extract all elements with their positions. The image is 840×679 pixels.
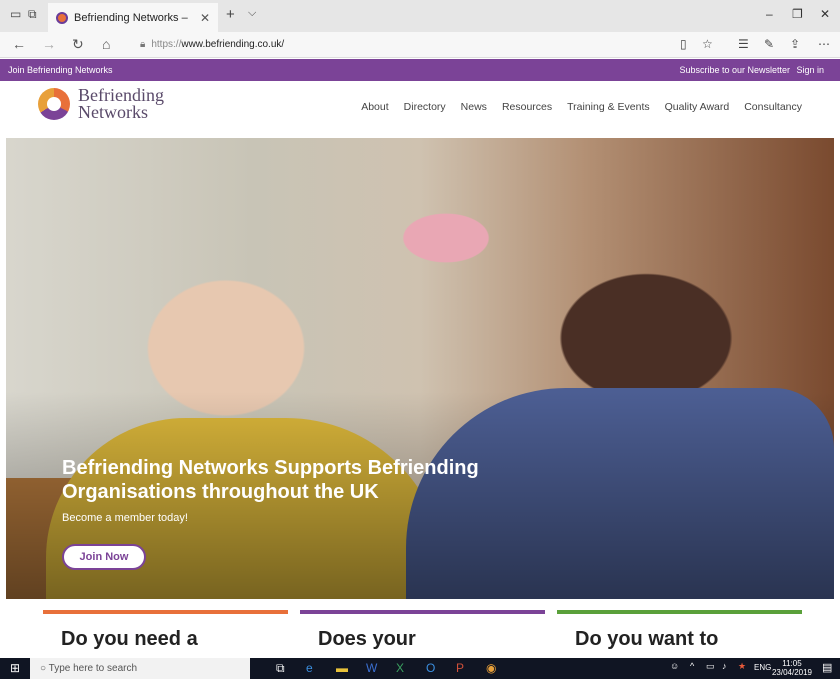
favorite-icon[interactable]: ☆ [702,37,713,51]
join-now-button[interactable]: Join Now [62,544,146,570]
nav-item-quality-award[interactable]: Quality Award [665,101,730,113]
logo-line2: Networks [78,102,148,122]
info-card[interactable]: Do you need a [43,610,288,658]
card-title: Does your [318,628,416,650]
share-icon[interactable]: ⇪ [790,37,800,51]
tab-actions-icon[interactable]: ▭ [10,7,21,21]
utility-bar: Join Befriending Networks Subscribe to o… [0,59,840,81]
network-icon[interactable]: ▭ [706,661,715,672]
word-icon[interactable]: W [366,661,377,675]
site-favicon-icon [56,11,68,24]
nav-item-news[interactable]: News [461,101,487,113]
restore-icon[interactable]: ❐ [792,7,803,21]
more-icon[interactable]: ⋯ [818,37,830,51]
nav-item-training-events[interactable]: Training & Events [567,101,649,113]
taskbar-search-input[interactable]: ○ Type here to search [30,658,250,679]
excel-icon[interactable]: X [396,661,404,675]
refresh-icon[interactable]: ↻ [72,36,84,53]
clock-date: 23/04/2019 [771,668,812,677]
address-input[interactable]: 🔒︎ https://www.befriending.co.uk/ [140,34,670,55]
home-icon[interactable]: ⌂ [102,36,110,52]
address-scheme: https:// [151,39,182,50]
powerpoint-icon[interactable]: P [456,661,464,675]
volume-icon[interactable]: ♪ [722,661,727,671]
notification-app-icon[interactable]: ★ [738,661,746,672]
windows-taskbar: ⊞ ○ Type here to search ⧉ e ▬ W X O P ◉ … [0,658,840,679]
outlook-icon[interactable]: O [426,661,435,675]
reading-view-icon[interactable]: ▯ [680,37,687,51]
lock-icon: 🔒︎ [140,39,146,50]
chrome-icon[interactable]: ◉ [486,661,496,675]
site-logo[interactable]: Befriending Networks [38,86,164,122]
new-tab-icon[interactable]: + [226,6,235,23]
hero-overlay [6,138,834,599]
pen-icon[interactable]: ✎ [764,37,774,51]
signin-link[interactable]: Sign in [796,59,824,81]
favorites-hub-icon[interactable]: ☰ [738,37,749,51]
site-header: Befriending Networks About Directory New… [0,81,840,138]
search-icon: ○ [40,663,49,674]
language-indicator[interactable]: ENG [754,663,771,672]
back-icon[interactable]: ← [12,36,26,52]
tab-title: Befriending Networks – [74,11,188,24]
logo-mark-icon [38,88,70,120]
nav-item-consultancy[interactable]: Consultancy [744,101,802,113]
file-explorer-icon[interactable]: ▬ [336,661,348,675]
taskbar-search-placeholder: Type here to search [48,663,138,674]
minimize-icon[interactable]: – [766,7,773,21]
hero-banner: Befriending Networks Supports Befriendin… [6,138,834,599]
address-bar-row: ← → ↻ ⌂ 🔒︎ https://www.befriending.co.uk/… [0,32,840,58]
edge-icon[interactable]: e [306,661,313,675]
join-link[interactable]: Join Befriending Networks [8,59,113,81]
subscribe-link[interactable]: Subscribe to our Newsletter [679,59,790,81]
tray-chevron-up-icon[interactable]: ^ [690,661,694,671]
chevron-down-icon[interactable]: ⌵ [248,7,256,20]
system-clock[interactable]: 11:05 23/04/2019 [772,659,812,677]
nav-item-about[interactable]: About [361,101,388,113]
card-title: Do you want to [575,628,719,650]
nav-item-directory[interactable]: Directory [404,101,446,113]
forward-icon[interactable]: → [42,36,56,52]
nav-item-resources[interactable]: Resources [502,101,552,113]
main-nav: About Directory News Resources Training … [361,101,802,113]
info-card[interactable]: Does your [300,610,545,658]
info-card[interactable]: Do you want to [557,610,802,658]
task-view-icon[interactable]: ⧉ [276,661,285,676]
browser-tab[interactable]: Befriending Networks – ✕ [48,3,218,32]
card-title: Do you need a [61,628,198,650]
browser-tab-strip: ▭ ⧉ Befriending Networks – ✕ + ⌵ – ❐ ✕ [0,0,840,32]
start-icon[interactable]: ⊞ [10,661,20,675]
close-tab-icon[interactable]: ✕ [200,11,210,25]
address-host: www.befriending.co.uk/ [181,39,285,50]
hero-subtext: Become a member today! [62,512,188,524]
action-center-icon[interactable]: ▤ [822,661,832,674]
tab-preview-icon[interactable]: ⧉ [28,7,37,22]
close-window-icon[interactable]: ✕ [820,7,830,21]
clock-time: 11:05 [782,659,802,668]
hero-headline: Befriending Networks Supports Befriendin… [62,457,479,503]
people-icon[interactable]: ☺ [670,661,679,671]
